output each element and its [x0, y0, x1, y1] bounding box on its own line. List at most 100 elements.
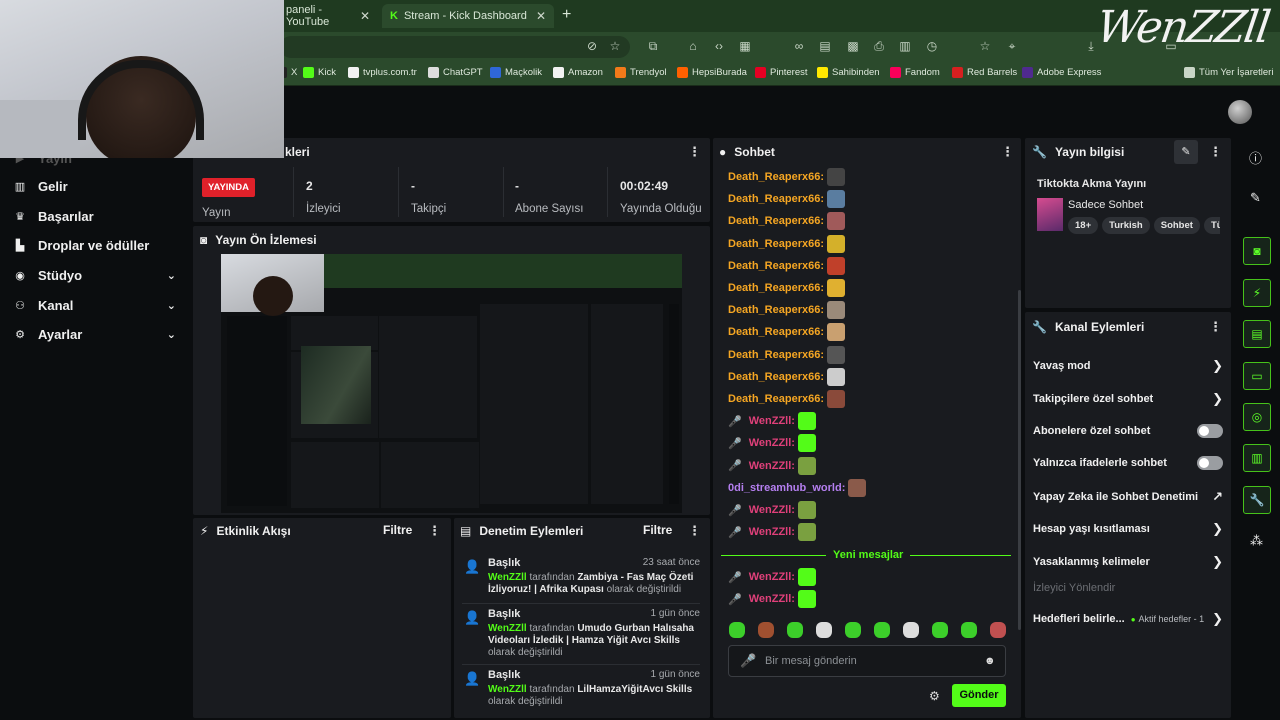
emote-picker-icon[interactable] [932, 622, 948, 638]
toggle-switch[interactable] [1197, 456, 1223, 470]
activity-filter-button[interactable]: Filtre [383, 523, 412, 537]
emote-picker-icon[interactable] [874, 622, 890, 638]
camera-icon[interactable]: ◙ [1243, 237, 1271, 265]
more-icon[interactable]: ⋮ [1209, 144, 1222, 160]
chat-username[interactable]: Death_Reaperx66: [728, 393, 824, 405]
emote-picker-icon[interactable] [990, 622, 1006, 638]
reader-icon[interactable]: ▤ [818, 39, 832, 53]
bookmark-item[interactable]: Trendyol [615, 67, 667, 78]
emote-picker-icon[interactable] [729, 622, 745, 638]
channel-action[interactable]: Yavaş mod ❯ [1033, 358, 1223, 374]
channel-action[interactable]: Yapay Zeka ile Sohbet Denetimi ↗ [1033, 489, 1223, 505]
sidebar-item-droplar[interactable]: ▙ Droplar ve ödüller [14, 238, 176, 253]
bookmark-item[interactable]: Amazon [553, 67, 603, 78]
sidebar-item-studyo[interactable]: ◉ Stüdyo ⌄ [14, 268, 176, 283]
sidebar-item-basarilar[interactable]: ♛ Başarılar [14, 209, 176, 224]
info-icon[interactable]: ⓘ [1249, 148, 1262, 167]
bookmark-item[interactable]: Kick [303, 67, 336, 78]
chat-username[interactable]: WenZZll: [749, 571, 795, 583]
chat-username[interactable]: WenZZll: [749, 460, 795, 472]
sidebar-item-kanal[interactable]: ⚇ Kanal ⌄ [14, 298, 176, 313]
channel-action[interactable]: Takipçilere özel sohbet ❯ [1033, 391, 1223, 407]
chat-username[interactable]: Death_Reaperx66: [728, 282, 824, 294]
chat-icon[interactable]: ▭ [1243, 362, 1271, 390]
bookmark-item[interactable]: Tüm Yer İşaretleri [1184, 67, 1273, 78]
gear-icon[interactable]: ⚙ [929, 689, 940, 703]
sidebar-item-ayarlar[interactable]: ⚙ Ayarlar ⌄ [14, 327, 176, 342]
close-icon[interactable]: ✕ [360, 9, 370, 23]
bookmark-item[interactable]: ChatGPT [428, 67, 483, 78]
apps-icon[interactable]: ▩ [846, 39, 860, 53]
more-icon[interactable]: ⋮ [1001, 144, 1014, 160]
toolbar-icon[interactable]: ⌂ [686, 39, 700, 53]
chat-username[interactable]: Death_Reaperx66: [728, 238, 824, 250]
channel-action[interactable]: Yasaklanmış kelimeler ❯ [1033, 554, 1223, 570]
chat-username[interactable]: WenZZll: [749, 526, 795, 538]
sidebar-item-gelir[interactable]: ▥ Gelir [14, 179, 176, 194]
more-icon[interactable]: ⋮ [688, 144, 701, 160]
chat-username[interactable]: Death_Reaperx66: [728, 193, 824, 205]
send-button[interactable]: Gönder [952, 684, 1006, 707]
emote-picker-icon[interactable] [787, 622, 803, 638]
share-icon[interactable]: ⁂ [1250, 533, 1263, 549]
edit-icon[interactable]: ✎ [1250, 190, 1261, 206]
more-icon[interactable]: ⋮ [428, 523, 441, 539]
code-icon[interactable]: ‹› [712, 39, 726, 53]
chat-username[interactable]: Death_Reaperx66: [728, 326, 824, 338]
emote-picker-icon[interactable] [903, 622, 919, 638]
bookmark-item[interactable]: Fandom [890, 67, 940, 78]
wrench-icon[interactable]: 🔧 [1243, 486, 1271, 514]
chat-username[interactable]: Death_Reaperx66: [728, 349, 824, 361]
toggle-switch[interactable] [1197, 424, 1223, 438]
eye-off-icon[interactable]: ⊘ [585, 39, 599, 53]
channel-action[interactable]: İzleyici Yönlendir [1033, 582, 1223, 594]
moderation-filter-button[interactable]: Filtre [643, 523, 672, 537]
bookmark-item[interactable]: HepsiBurada [677, 67, 747, 78]
layout-icon[interactable]: ▥ [1243, 444, 1271, 472]
star-icon[interactable]: ☆ [608, 39, 622, 53]
bookmark-item[interactable]: Pinterest [755, 67, 808, 78]
url-field[interactable] [280, 36, 630, 58]
emote-picker-icon[interactable] [961, 622, 977, 638]
avatar[interactable] [1228, 100, 1252, 124]
history-icon[interactable]: ◷ [925, 39, 939, 53]
print-icon[interactable]: ⎙ [872, 39, 886, 53]
channel-action[interactable]: Hedefleri belirle... ● Aktif hedefler - 1 ❯ [1033, 611, 1223, 627]
more-icon[interactable]: ⋮ [688, 523, 701, 539]
bolt-icon[interactable]: ⚡ [1243, 279, 1271, 307]
tab-youtube[interactable]: paneli - YouTube ✕ [278, 4, 378, 28]
bookmark-item[interactable]: Red Barrels [952, 67, 1017, 78]
channel-action[interactable]: Abonelere özel sohbet [1033, 424, 1223, 438]
chat-scrollbar[interactable] [1018, 290, 1021, 630]
bookmark-item[interactable]: Sahibinden [817, 67, 880, 78]
chat-username[interactable]: Death_Reaperx66: [728, 371, 824, 383]
emote-picker-icon[interactable] [758, 622, 774, 638]
chat-username[interactable]: Death_Reaperx66: [728, 215, 824, 227]
emoji-icon[interactable]: ☻ [984, 655, 996, 667]
channel-action[interactable]: Hesap yaşı kısıtlaması ❯ [1033, 521, 1223, 537]
chat-input[interactable]: Bir mesaj gönderin [728, 645, 1006, 677]
emote-picker-icon[interactable] [816, 622, 832, 638]
chat-username[interactable]: Death_Reaperx66: [728, 260, 824, 272]
stream-preview-video[interactable] [221, 254, 682, 513]
emote-picker-icon[interactable] [845, 622, 861, 638]
chat-username[interactable]: WenZZll: [749, 437, 795, 449]
chat-username[interactable]: 0di_streamhub_world: [728, 482, 845, 494]
channel-action[interactable]: Yalnızca ifadelerle sohbet [1033, 456, 1223, 470]
link-icon[interactable]: ∞ [792, 39, 806, 53]
bookmark-item[interactable]: tvplus.com.tr [348, 67, 417, 78]
bookmark-item[interactable]: Maçkolik [490, 67, 542, 78]
chat-username[interactable]: WenZZll: [749, 415, 795, 427]
notes-icon[interactable]: ▤ [1243, 320, 1271, 348]
location-icon[interactable]: ⌖ [1005, 39, 1019, 53]
chat-username[interactable]: WenZZll: [749, 504, 795, 516]
more-icon[interactable]: ⋮ [1209, 319, 1222, 335]
extension-icon[interactable]: ⧉ [646, 39, 660, 53]
edit-icon[interactable]: ✎ [1174, 140, 1198, 164]
new-tab-icon[interactable]: + [562, 6, 571, 24]
broadcast-icon[interactable]: ◎ [1243, 403, 1271, 431]
grid-icon[interactable]: ▦ [738, 39, 752, 53]
chat-username[interactable]: Death_Reaperx66: [728, 171, 824, 183]
chat-username[interactable]: Death_Reaperx66: [728, 304, 824, 316]
chat-username[interactable]: WenZZll: [749, 593, 795, 605]
